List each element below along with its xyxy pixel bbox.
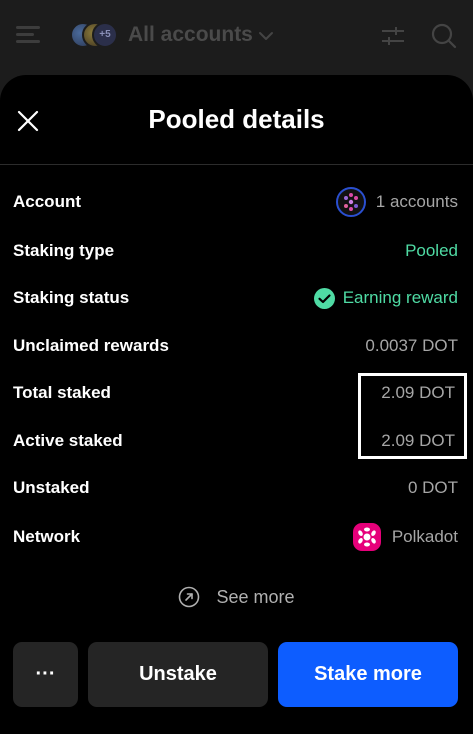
detail-label: Unstaked <box>13 478 90 497</box>
detail-label: Active staked <box>13 431 123 450</box>
detail-label: Staking type <box>13 241 115 260</box>
more-options-button[interactable]: ··· <box>13 642 78 707</box>
detail-label: Network <box>13 527 81 546</box>
highlight-box <box>358 373 467 459</box>
modal-title: Pooled details <box>148 104 325 134</box>
menu-icon[interactable] <box>16 26 40 44</box>
see-more-link[interactable]: See more <box>0 583 473 611</box>
detail-label: Staking status <box>13 288 130 307</box>
top-bar: +5 All accounts <box>0 0 473 75</box>
see-more-label: See more <box>216 586 295 607</box>
accounts-avatar-group[interactable]: +5 <box>70 22 118 48</box>
detail-label: Unclaimed rewards <box>13 336 169 355</box>
detail-value: 0 DOT <box>407 478 458 497</box>
check-circle-icon <box>313 287 335 309</box>
detail-row-network: Network Polkadot <box>13 522 458 552</box>
external-link-icon <box>179 586 200 608</box>
account-avatar-icon <box>335 187 366 217</box>
detail-value: Earning reward <box>342 288 458 307</box>
stake-more-button[interactable]: Stake more <box>278 642 458 707</box>
polkadot-icon <box>352 523 381 551</box>
detail-row-account: Account 1 accounts <box>13 187 458 217</box>
filter-icon[interactable] <box>380 23 406 49</box>
divider <box>0 164 473 165</box>
detail-value: Polkadot <box>391 527 458 546</box>
avatar-count-badge: +5 <box>92 22 118 48</box>
detail-value: 1 accounts <box>375 192 458 211</box>
account-selector-title[interactable]: All accounts <box>128 23 253 47</box>
detail-row-unclaimed-rewards: Unclaimed rewards 0.0037 DOT <box>13 331 458 361</box>
unstake-button[interactable]: Unstake <box>88 642 268 707</box>
detail-row-staking-status: Staking status Earning reward <box>13 283 458 313</box>
search-icon[interactable] <box>430 22 457 49</box>
detail-label: Total staked <box>13 383 111 402</box>
detail-value: Pooled <box>405 241 458 260</box>
detail-label: Account <box>13 192 81 211</box>
chevron-down-icon[interactable] <box>258 28 274 44</box>
detail-row-staking-type: Staking type Pooled <box>13 236 458 266</box>
detail-row-unstaked: Unstaked 0 DOT <box>13 473 458 503</box>
detail-value: 0.0037 DOT <box>365 336 458 355</box>
